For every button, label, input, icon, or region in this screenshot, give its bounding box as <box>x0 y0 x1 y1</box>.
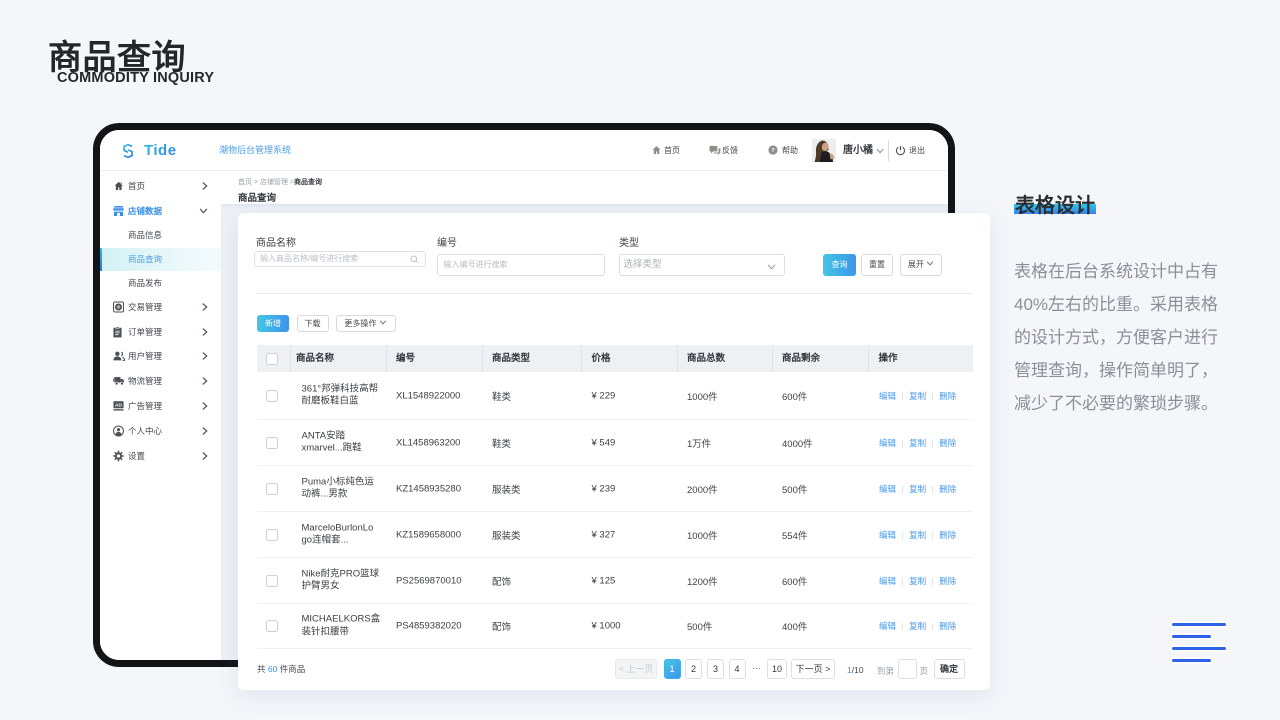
svg-text:?: ? <box>771 148 775 154</box>
svg-text:AD: AD <box>115 402 122 408</box>
